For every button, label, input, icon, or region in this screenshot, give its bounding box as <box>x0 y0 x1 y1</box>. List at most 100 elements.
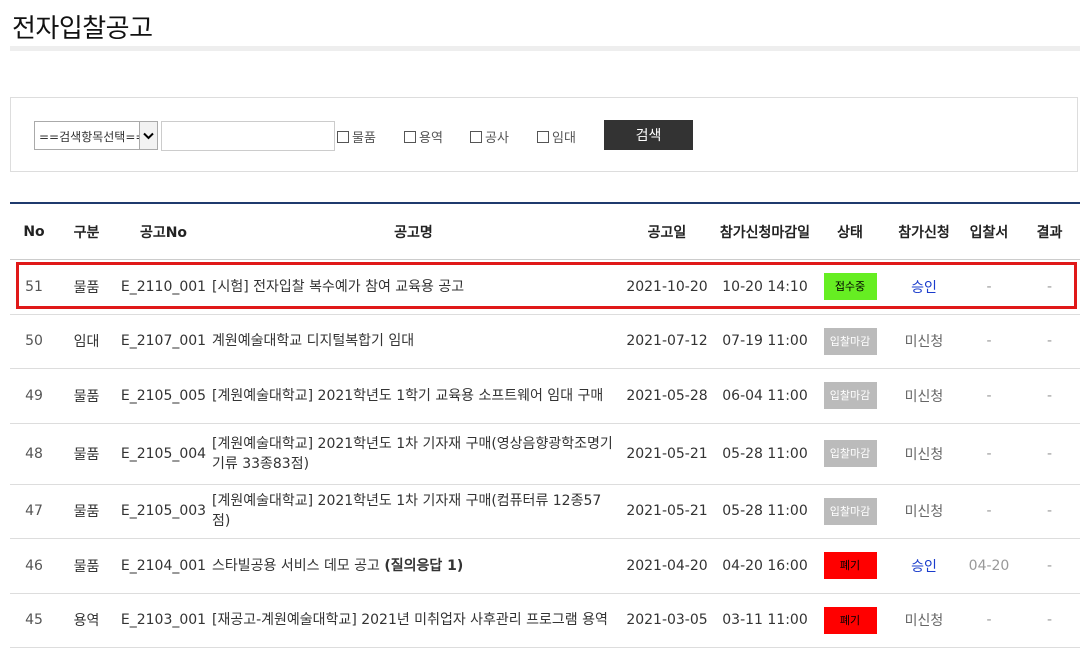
row-type: 용역 <box>73 613 100 630</box>
row-notice-date: 2021-07-12 <box>626 333 708 350</box>
status-badge: 입찰마감 <box>823 382 877 410</box>
search-field-select[interactable]: ==검색항목선택== <box>34 121 158 150</box>
table-header: No 구분 공고No 공고명 공고일 참가신청마감일 상태 참가신청 입찰서 결… <box>10 204 1080 260</box>
row-bid: - <box>986 333 992 350</box>
row-no: 48 <box>25 445 43 462</box>
header-bid: 입찰서 <box>969 224 1009 241</box>
row-notice-name-link[interactable]: [계원예술대학교] 2021학년도 1차 기자재 구매(영상음향광학조명기기류 … <box>212 434 615 474</box>
row-notice-name-link[interactable]: 계원예술대학교 디지털복합기 임대 <box>212 331 615 351</box>
checkbox-lease-box[interactable] <box>537 130 549 143</box>
row-result: - <box>1046 503 1053 520</box>
row-notice-name-link[interactable]: 스타빌공용 서비스 데모 공고 (질의응답 1) <box>212 556 615 576</box>
header-notice-no: 공고No <box>139 224 188 241</box>
row-notice-name-link[interactable]: [계원예술대학교] 2021학년도 1학기 교육용 소프트웨어 임대 구매 <box>212 386 615 406</box>
checkbox-lease[interactable]: 임대 <box>537 127 576 146</box>
row-apply-link[interactable]: 승인 <box>889 277 959 297</box>
row-notice-name: [재공고-계원예술대학교] 2021년 미취업자 사후관리 프로그램 용역 <box>212 612 608 629</box>
row-bid: - <box>986 445 992 462</box>
status-badge: 입찰마감 <box>823 497 877 525</box>
row-status-cell: 입찰마감 <box>811 327 889 355</box>
row-notice-name: 스타빌공용 서비스 데모 공고 <box>212 557 385 574</box>
row-bid: 04-20 <box>968 557 1010 574</box>
row-no: 45 <box>25 612 43 629</box>
status-badge: 폐기 <box>823 552 877 580</box>
row-bid: - <box>986 278 992 295</box>
row-no: 49 <box>25 387 43 404</box>
row-status-cell: 폐기 <box>811 552 889 580</box>
header-notice-date: 공고일 <box>647 224 687 241</box>
table-row[interactable]: 45 용역 E_2103_001 [재공고-계원예술대학교] 2021년 미취업… <box>10 594 1080 648</box>
checkbox-goods-box[interactable] <box>337 130 349 143</box>
row-notice-date: 2021-03-05 <box>626 612 708 629</box>
row-notice-name-link[interactable]: [시험] 전자입찰 복수예가 참여 교육용 공고 <box>212 277 615 297</box>
row-notice-name: 계원예술대학교 디지털복합기 임대 <box>212 333 415 350</box>
row-deadline: 05-28 11:00 <box>722 445 808 462</box>
row-type: 물품 <box>73 504 100 521</box>
row-apply-status: 미신청 <box>904 388 944 405</box>
status-badge: 폐기 <box>823 606 877 634</box>
row-result: - <box>1046 557 1053 574</box>
row-apply-link[interactable]: 승인 <box>889 556 959 576</box>
row-result: - <box>1046 333 1053 350</box>
row-type: 임대 <box>73 334 100 351</box>
checkbox-service-box[interactable] <box>404 130 416 143</box>
header-type: 구분 <box>73 224 100 241</box>
row-notice-date: 2021-05-28 <box>626 387 708 404</box>
row-notice-name-link[interactable]: [계원예술대학교] 2021학년도 1차 기자재 구매(컴퓨터류 12종57점) <box>212 491 615 531</box>
row-type: 물품 <box>73 558 100 575</box>
row-notice-name: [계원예술대학교] 2021학년도 1차 기자재 구매(영상음향광학조명기기류 … <box>212 435 613 472</box>
table-row[interactable]: 47 물품 E_2105_003 [계원예술대학교] 2021학년도 1차 기자… <box>10 485 1080 539</box>
checkbox-construction-box[interactable] <box>470 130 482 143</box>
row-no: 47 <box>25 503 43 520</box>
table-row[interactable]: 48 물품 E_2105_004 [계원예술대학교] 2021학년도 1차 기자… <box>10 424 1080 485</box>
row-notice-date: 2021-05-21 <box>626 445 708 462</box>
checkbox-service[interactable]: 용역 <box>404 127 443 146</box>
table-row[interactable]: 49 물품 E_2105_005 [계원예술대학교] 2021학년도 1학기 교… <box>10 369 1080 424</box>
row-notice-name: [계원예술대학교] 2021학년도 1학기 교육용 소프트웨어 임대 구매 <box>212 387 604 404</box>
row-result: - <box>1046 387 1053 404</box>
row-notice-name-link[interactable]: [재공고-계원예술대학교] 2021년 미취업자 사후관리 프로그램 용역 <box>212 610 615 630</box>
status-badge: 접수중 <box>823 273 877 301</box>
row-result: - <box>1046 445 1053 462</box>
row-deadline: 03-11 11:00 <box>722 612 808 629</box>
table-row[interactable]: 50 임대 E_2107_001 계원예술대학교 디지털복합기 임대 2021-… <box>10 315 1080 369</box>
row-status-cell: 입찰마감 <box>811 440 889 467</box>
bid-notice-table: No 구분 공고No 공고명 공고일 참가신청마감일 상태 참가신청 입찰서 결… <box>10 202 1080 648</box>
row-notice-name-extra: (질의응답 1) <box>384 557 464 574</box>
header-status: 상태 <box>837 224 863 241</box>
row-type: 물품 <box>73 279 100 296</box>
search-panel: ==검색항목선택== 물품 용역 공사 임대 검색 <box>10 97 1078 172</box>
row-bid: - <box>986 612 992 629</box>
row-result: - <box>1046 278 1053 295</box>
row-notice-no: E_2110_001 <box>120 278 207 295</box>
row-type: 물품 <box>73 446 100 463</box>
status-badge: 입찰마감 <box>823 327 877 355</box>
table-row[interactable]: 46 물품 E_2104_001 스타빌공용 서비스 데모 공고 (질의응답 1… <box>10 539 1080 594</box>
row-status-cell: 폐기 <box>811 606 889 634</box>
search-button[interactable]: 검색 <box>604 120 693 150</box>
row-notice-no: E_2105_003 <box>120 503 207 520</box>
search-input[interactable] <box>161 121 335 151</box>
checkbox-goods-label: 물품 <box>352 131 376 146</box>
checkbox-goods[interactable]: 물품 <box>337 127 376 146</box>
checkbox-lease-label: 임대 <box>552 131 576 146</box>
header-deadline: 참가신청마감일 <box>719 224 811 241</box>
row-deadline: 05-28 11:00 <box>722 503 808 520</box>
row-no: 46 <box>25 557 43 574</box>
row-notice-no: E_2105_004 <box>120 445 207 462</box>
row-notice-no: E_2104_001 <box>120 557 207 574</box>
row-deadline: 10-20 14:10 <box>722 278 808 295</box>
row-notice-no: E_2107_001 <box>120 333 207 350</box>
row-status-cell: 입찰마감 <box>811 382 889 410</box>
chevron-down-icon[interactable] <box>139 122 157 149</box>
header-notice-name: 공고명 <box>394 224 433 241</box>
row-apply-status: 미신청 <box>904 334 944 351</box>
search-field-select-value: ==검색항목선택== <box>39 130 146 144</box>
checkbox-construction-label: 공사 <box>485 131 509 146</box>
row-no: 50 <box>25 333 43 350</box>
checkbox-service-label: 용역 <box>419 131 443 146</box>
table-row[interactable]: 51 물품 E_2110_001 [시험] 전자입찰 복수예가 참여 교육용 공… <box>10 260 1080 315</box>
checkbox-construction[interactable]: 공사 <box>470 127 509 146</box>
row-notice-no: E_2103_001 <box>120 612 207 629</box>
row-apply-status: 미신청 <box>904 504 944 521</box>
